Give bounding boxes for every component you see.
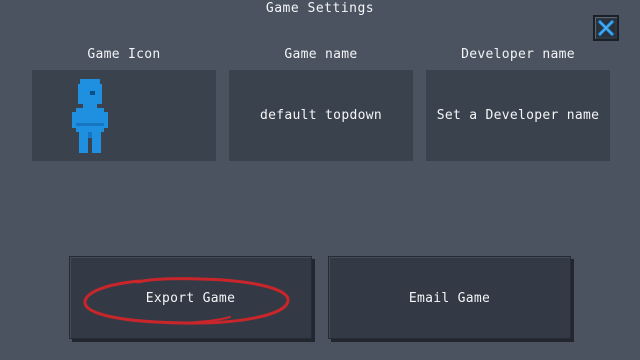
email-game-button[interactable]: Email Game: [328, 256, 571, 339]
developer-name-label: Developer name: [461, 47, 575, 62]
game-name-field[interactable]: default topdown: [229, 70, 413, 161]
email-game-label: Email Game: [408, 291, 491, 306]
close-x-icon: [597, 19, 615, 37]
export-game-button[interactable]: Export Game: [69, 256, 312, 339]
game-icon-label: Game Icon: [87, 47, 161, 62]
export-game-label: Export Game: [145, 291, 236, 306]
game-name-label: Game name: [284, 47, 358, 62]
dialog-title: Game Settings: [265, 1, 375, 16]
developer-name-value: Set a Developer name: [436, 108, 600, 123]
pixel-robot-character-icon: [72, 78, 108, 153]
close-button[interactable]: [593, 15, 619, 41]
game-icon-box[interactable]: [32, 70, 216, 161]
game-settings-screen: Game Settings Game Icon Game name defaul…: [0, 0, 640, 360]
game-name-value: default topdown: [260, 108, 382, 123]
developer-name-field[interactable]: Set a Developer name: [426, 70, 610, 161]
